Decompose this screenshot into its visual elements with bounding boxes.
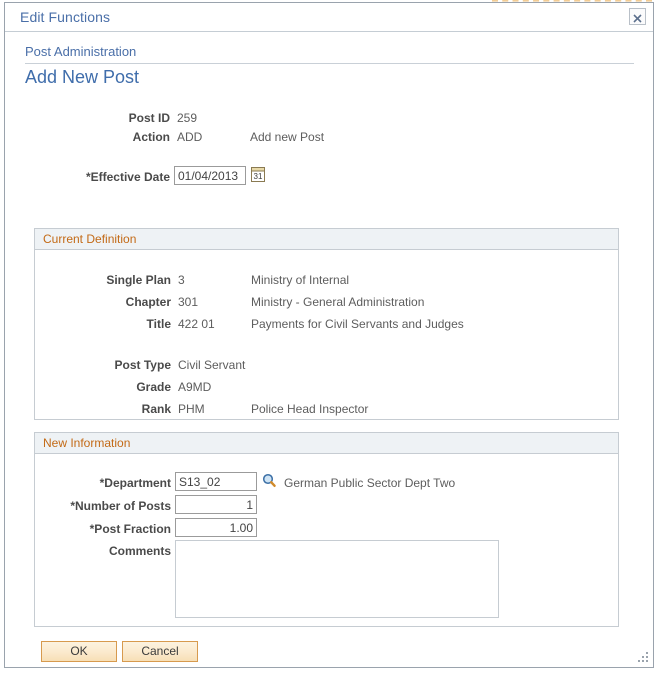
post-id-value: 259 [177,111,198,125]
current-definition-header: Current Definition [35,229,618,250]
new-information-header: New Information [35,433,618,454]
chapter-value: 301 [178,295,199,309]
post-fraction-input[interactable] [175,518,257,537]
title-description: Payments for Civil Servants and Judges [251,317,464,331]
edit-functions-modal: Edit Functions Post Administration Add N… [4,2,654,668]
new-information-title: New Information [43,436,131,450]
comments-textarea[interactable] [175,540,499,618]
breadcrumb[interactable]: Post Administration [25,44,136,59]
comments-label: Comments [108,544,171,558]
department-input[interactable] [175,472,257,491]
rank-description: Police Head Inspector [251,402,369,416]
grade-value: A9MD [178,380,212,394]
title-label: Title [146,317,171,331]
chapter-label: Chapter [125,295,171,309]
action-label: Action [132,130,170,144]
chapter-description: Ministry - General Administration [251,295,425,309]
current-definition-body: Single Plan 3 Ministry of Internal Chapt… [35,250,618,440]
post-type-value: Civil Servant [178,358,246,372]
current-definition-title: Current Definition [43,232,137,246]
department-description: German Public Sector Dept Two [284,476,456,490]
modal-title: Edit Functions [20,9,111,25]
action-value: ADD [177,130,203,144]
post-fraction-label: *Post Fraction [89,522,171,536]
effective-date-label: *Effective Date [85,170,170,184]
modal-title-bar: Edit Functions [5,3,653,32]
single-plan-value: 3 [178,273,185,287]
rank-label: Rank [141,402,171,416]
grade-label: Grade [136,380,171,394]
svg-text:31: 31 [254,172,263,181]
new-information-body: *Department German Public Sector Dept Tw… [35,454,618,647]
effective-date-input[interactable] [174,166,246,185]
cancel-button[interactable]: Cancel [122,641,198,662]
resize-grip[interactable] [637,651,648,662]
action-description: Add new Post [250,130,325,144]
number-of-posts-label: *Number of Posts [70,499,171,513]
ok-button[interactable]: OK [41,641,117,662]
breadcrumb-divider [25,63,634,64]
new-information-group: New Information *Department German Publi… [34,432,619,627]
title-value: 422 01 [178,317,215,331]
calendar-icon[interactable]: 31 [250,166,266,184]
single-plan-label: Single Plan [106,273,171,287]
post-type-label: Post Type [114,358,171,372]
rank-value: PHM [178,402,205,416]
search-lookup-icon[interactable] [261,472,277,490]
single-plan-description: Ministry of Internal [251,273,350,287]
current-definition-group: Current Definition Single Plan 3 Ministr… [34,228,619,420]
close-icon[interactable] [629,8,646,25]
post-id-label: Post ID [128,111,170,125]
page-title: Add New Post [25,67,140,87]
department-label: *Department [99,476,171,490]
number-of-posts-input[interactable] [175,495,257,514]
